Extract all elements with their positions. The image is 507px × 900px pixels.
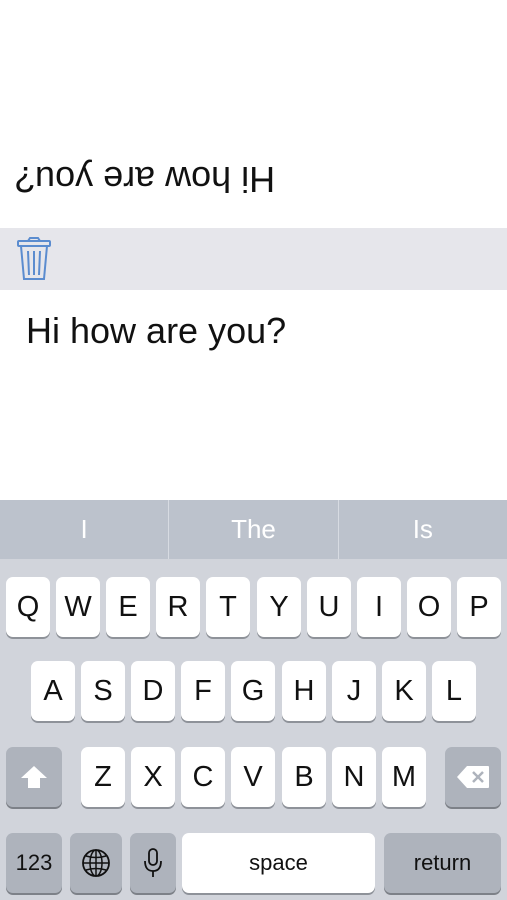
globe-key[interactable] <box>70 833 122 893</box>
key-t[interactable]: T <box>206 577 250 637</box>
key-i[interactable]: I <box>357 577 401 637</box>
suggestion-3[interactable]: Is <box>339 500 507 559</box>
flipped-display: Hi how are you? <box>0 0 507 228</box>
backspace-icon <box>457 766 489 788</box>
shift-arrow-icon <box>21 766 47 788</box>
text-input-area[interactable]: Hi how are you? <box>0 290 507 500</box>
suggestion-bar: I The Is <box>0 500 507 559</box>
numbers-key[interactable]: 123 <box>6 833 62 893</box>
key-c[interactable]: C <box>181 747 225 807</box>
microphone-icon <box>144 848 162 877</box>
trash-button[interactable] <box>14 236 54 282</box>
key-n[interactable]: N <box>332 747 376 807</box>
key-d[interactable]: D <box>131 661 175 721</box>
key-l[interactable]: L <box>432 661 476 721</box>
delete-key[interactable] <box>445 747 501 807</box>
key-h[interactable]: H <box>282 661 326 721</box>
key-v[interactable]: V <box>231 747 275 807</box>
suggestion-2[interactable]: The <box>169 500 339 559</box>
return-key[interactable]: return <box>384 833 501 893</box>
key-o[interactable]: O <box>407 577 451 637</box>
key-w[interactable]: W <box>56 577 100 637</box>
key-q[interactable]: Q <box>6 577 50 637</box>
key-y[interactable]: Y <box>257 577 301 637</box>
globe-icon <box>82 849 110 877</box>
key-p[interactable]: P <box>457 577 501 637</box>
key-g[interactable]: G <box>231 661 275 721</box>
key-a[interactable]: A <box>31 661 75 721</box>
key-x[interactable]: X <box>131 747 175 807</box>
key-s[interactable]: S <box>81 661 125 721</box>
key-m[interactable]: M <box>382 747 426 807</box>
key-f[interactable]: F <box>181 661 225 721</box>
key-k[interactable]: K <box>382 661 426 721</box>
mic-key[interactable] <box>130 833 176 893</box>
toolbar <box>0 228 507 290</box>
keyboard: I The Is Q W E R T Y U I O P A S D F G H… <box>0 500 507 900</box>
key-z[interactable]: Z <box>81 747 125 807</box>
key-e[interactable]: E <box>106 577 150 637</box>
key-u[interactable]: U <box>307 577 351 637</box>
input-text[interactable]: Hi how are you? <box>26 310 286 352</box>
suggestion-1[interactable]: I <box>0 500 170 559</box>
key-b[interactable]: B <box>282 747 326 807</box>
trash-icon <box>17 237 51 280</box>
key-r[interactable]: R <box>156 577 200 637</box>
key-j[interactable]: J <box>332 661 376 721</box>
flipped-text: Hi how are you? <box>15 159 276 200</box>
space-key[interactable]: space <box>182 833 375 893</box>
shift-key[interactable] <box>6 747 62 807</box>
